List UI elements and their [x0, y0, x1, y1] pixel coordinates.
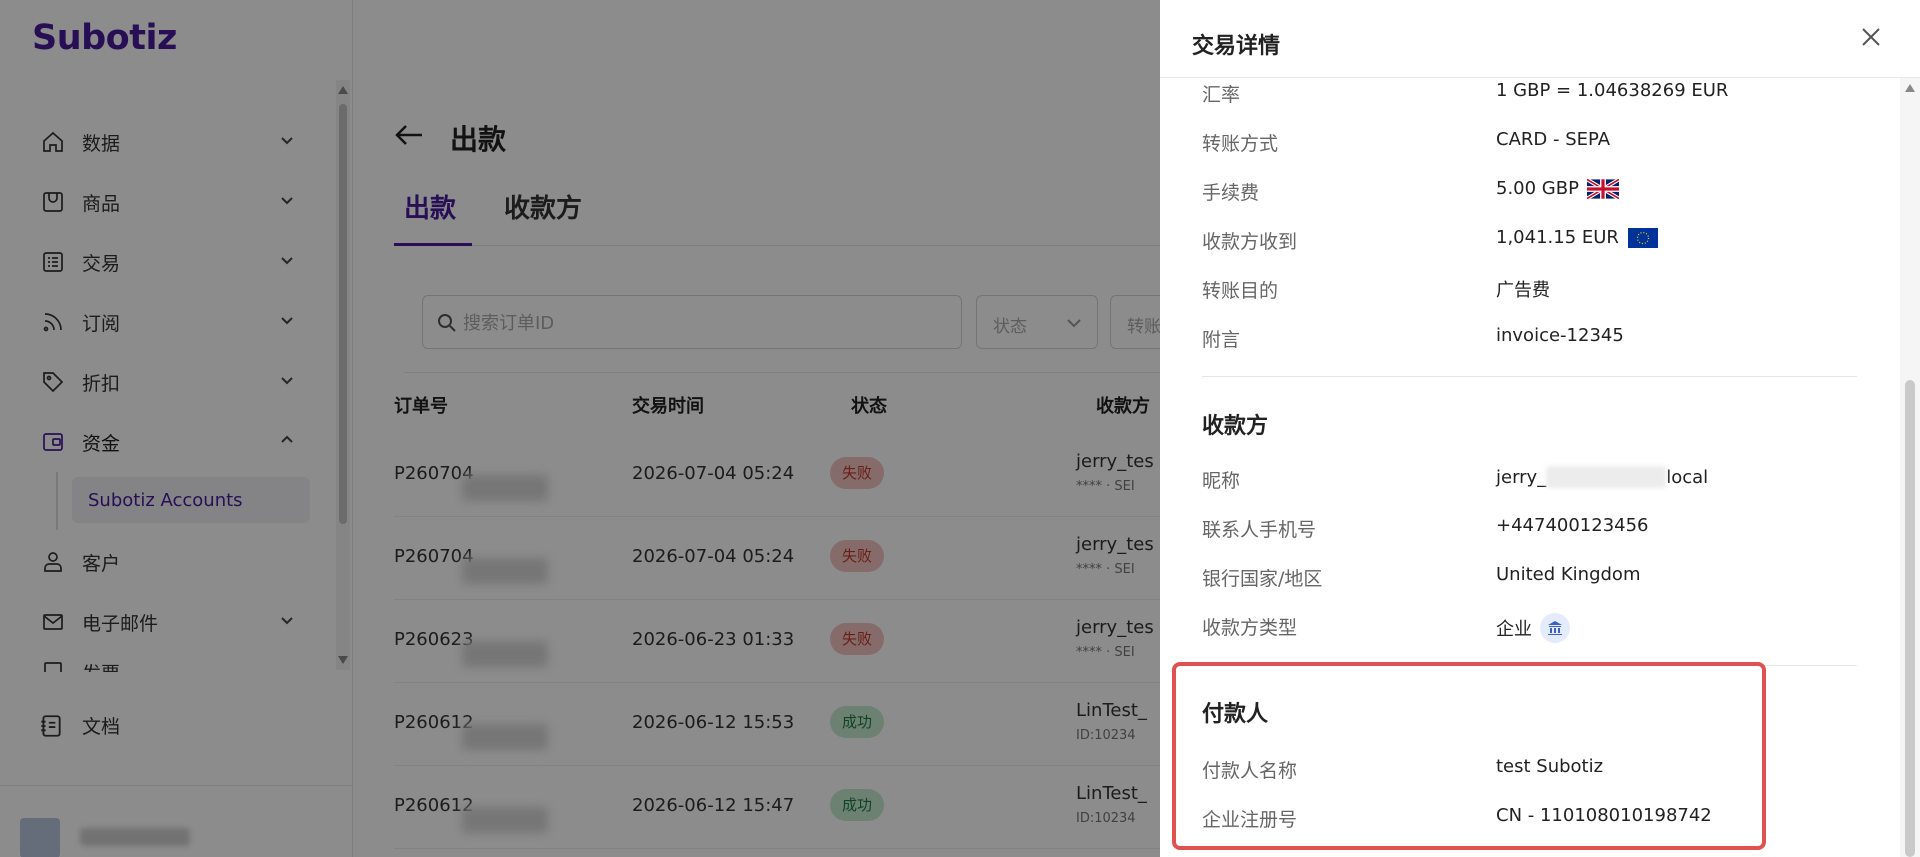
- detail-value: 5.00 GBP: [1496, 178, 1619, 199]
- drawer-body: 汇率 1 GBP = 1.04638269 EUR 转账方式 CARD - SE…: [1160, 78, 1900, 857]
- eu-flag-icon: [1627, 227, 1659, 248]
- payee-row-nickname: 昵称 jerry_ local: [1202, 466, 1882, 496]
- drawer-title: 交易详情: [1192, 34, 1281, 59]
- detail-row-fee: 手续费 5.00 GBP: [1202, 178, 1882, 208]
- close-button[interactable]: [1860, 26, 1886, 52]
- detail-label: 银行国家/地区: [1202, 568, 1323, 590]
- detail-value: invoice-12345: [1496, 325, 1624, 346]
- detail-row-exchange-rate: 汇率 1 GBP = 1.04638269 EUR: [1202, 80, 1882, 110]
- divider: [1202, 376, 1857, 377]
- detail-row-transfer-purpose: 转账目的 广告费: [1202, 276, 1882, 306]
- payee-row-type: 收款方类型 企业: [1202, 613, 1882, 643]
- scroll-up-icon[interactable]: [1905, 84, 1915, 92]
- bank-icon: [1540, 613, 1570, 643]
- close-icon: [1862, 28, 1880, 46]
- uk-flag-icon: [1586, 178, 1619, 199]
- detail-value: jerry_ local: [1496, 466, 1709, 488]
- modal-overlay[interactable]: [0, 0, 1160, 857]
- detail-row-payee-received: 收款方收到 1,041.15 EUR: [1202, 227, 1882, 257]
- detail-label: 转账目的: [1202, 280, 1279, 302]
- detail-row-memo: 附言 invoice-12345: [1202, 325, 1882, 355]
- drawer-scrollbar[interactable]: [1900, 78, 1920, 857]
- detail-value: 企业: [1496, 613, 1570, 643]
- drawer-header: 交易详情: [1160, 0, 1920, 78]
- payer-highlight-box: [1172, 662, 1766, 850]
- detail-label: 汇率: [1202, 84, 1241, 106]
- detail-value: 1 GBP = 1.04638269 EUR: [1496, 80, 1729, 101]
- detail-value: 1,041.15 EUR: [1496, 227, 1659, 248]
- redacted-text: [1546, 466, 1667, 488]
- scrollbar-thumb[interactable]: [1905, 380, 1915, 857]
- payee-row-phone: 联系人手机号 +447400123456: [1202, 515, 1882, 545]
- detail-value: +447400123456: [1496, 515, 1649, 536]
- detail-label: 收款方类型: [1202, 617, 1298, 639]
- detail-row-transfer-method: 转账方式 CARD - SEPA: [1202, 129, 1882, 159]
- detail-label: 联系人手机号: [1202, 519, 1317, 541]
- detail-value: 广告费: [1496, 280, 1550, 301]
- detail-label: 昵称: [1202, 470, 1241, 492]
- detail-value: United Kingdom: [1496, 564, 1641, 585]
- transaction-detail-drawer: 交易详情 汇率 1 GBP = 1.04638269 EUR 转账方式 CARD…: [1160, 0, 1920, 857]
- section-title-payee: 收款方: [1202, 414, 1269, 439]
- detail-label: 转账方式: [1202, 133, 1279, 155]
- detail-label: 收款方收到: [1202, 231, 1298, 253]
- payee-row-bank-country: 银行国家/地区 United Kingdom: [1202, 564, 1882, 594]
- detail-label: 附言: [1202, 329, 1241, 351]
- detail-value: CARD - SEPA: [1496, 129, 1611, 150]
- detail-label: 手续费: [1202, 182, 1260, 204]
